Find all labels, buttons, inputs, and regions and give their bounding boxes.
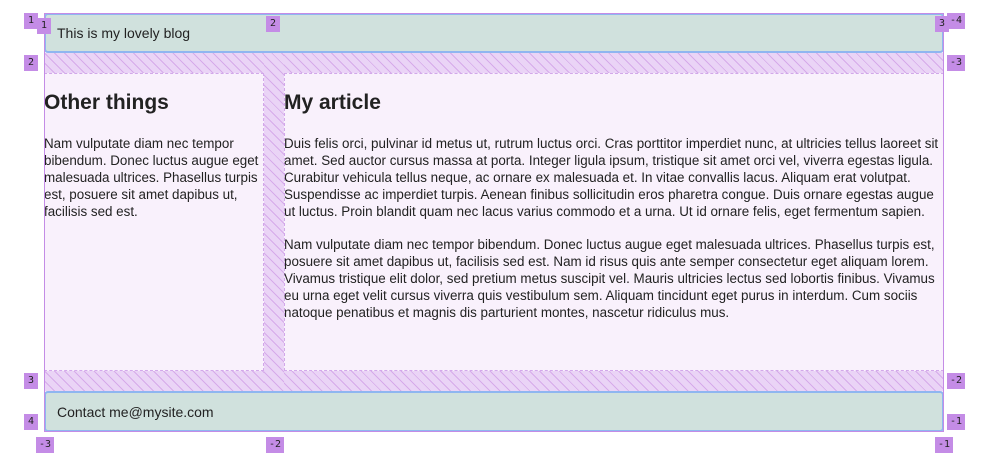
grid-row-label: -3 xyxy=(947,55,966,71)
page-footer: Contact me@mysite.com xyxy=(44,391,944,432)
grid-column-label: -2 xyxy=(266,437,285,453)
footer-contact: Contact me@mysite.com xyxy=(57,403,214,420)
grid-row-label: 3 xyxy=(24,373,38,389)
grid-column-label: 2 xyxy=(266,16,280,32)
sidebar: Other things Nam vulputate diam nec temp… xyxy=(44,73,262,236)
sidebar-paragraph: Nam vulputate diam nec tempor bibendum. … xyxy=(44,136,259,219)
grid-column-label: -1 xyxy=(935,437,954,453)
grid-row-label: 4 xyxy=(24,414,38,430)
grid-column-label: 1 xyxy=(37,18,51,34)
article-title: My article xyxy=(284,91,381,114)
article-paragraph: Duis felis orci, pulvinar id metus ut, r… xyxy=(284,136,939,219)
grid-column-label: -3 xyxy=(36,437,55,453)
grid-row-gap xyxy=(44,371,944,391)
page-header: This is my lovely blog xyxy=(44,13,944,53)
grid-column-gap xyxy=(264,13,284,432)
grid-row-gap xyxy=(44,53,944,73)
grid-row-label: 2 xyxy=(24,55,38,71)
grid-row-label: 1 xyxy=(24,13,38,29)
header-title: This is my lovely blog xyxy=(57,25,191,41)
grid-row-label: -2 xyxy=(947,373,966,389)
sidebar-title: Other things xyxy=(44,91,169,114)
devtools-grid-inspector: This is my lovely blog Other things Nam … xyxy=(0,0,993,469)
grid-row-label: -1 xyxy=(947,414,966,430)
grid-row-label: -4 xyxy=(947,13,966,29)
article: My article Duis felis orci, pulvinar id … xyxy=(284,73,940,337)
article-paragraph: Nam vulputate diam nec tempor bibendum. … xyxy=(284,237,935,320)
